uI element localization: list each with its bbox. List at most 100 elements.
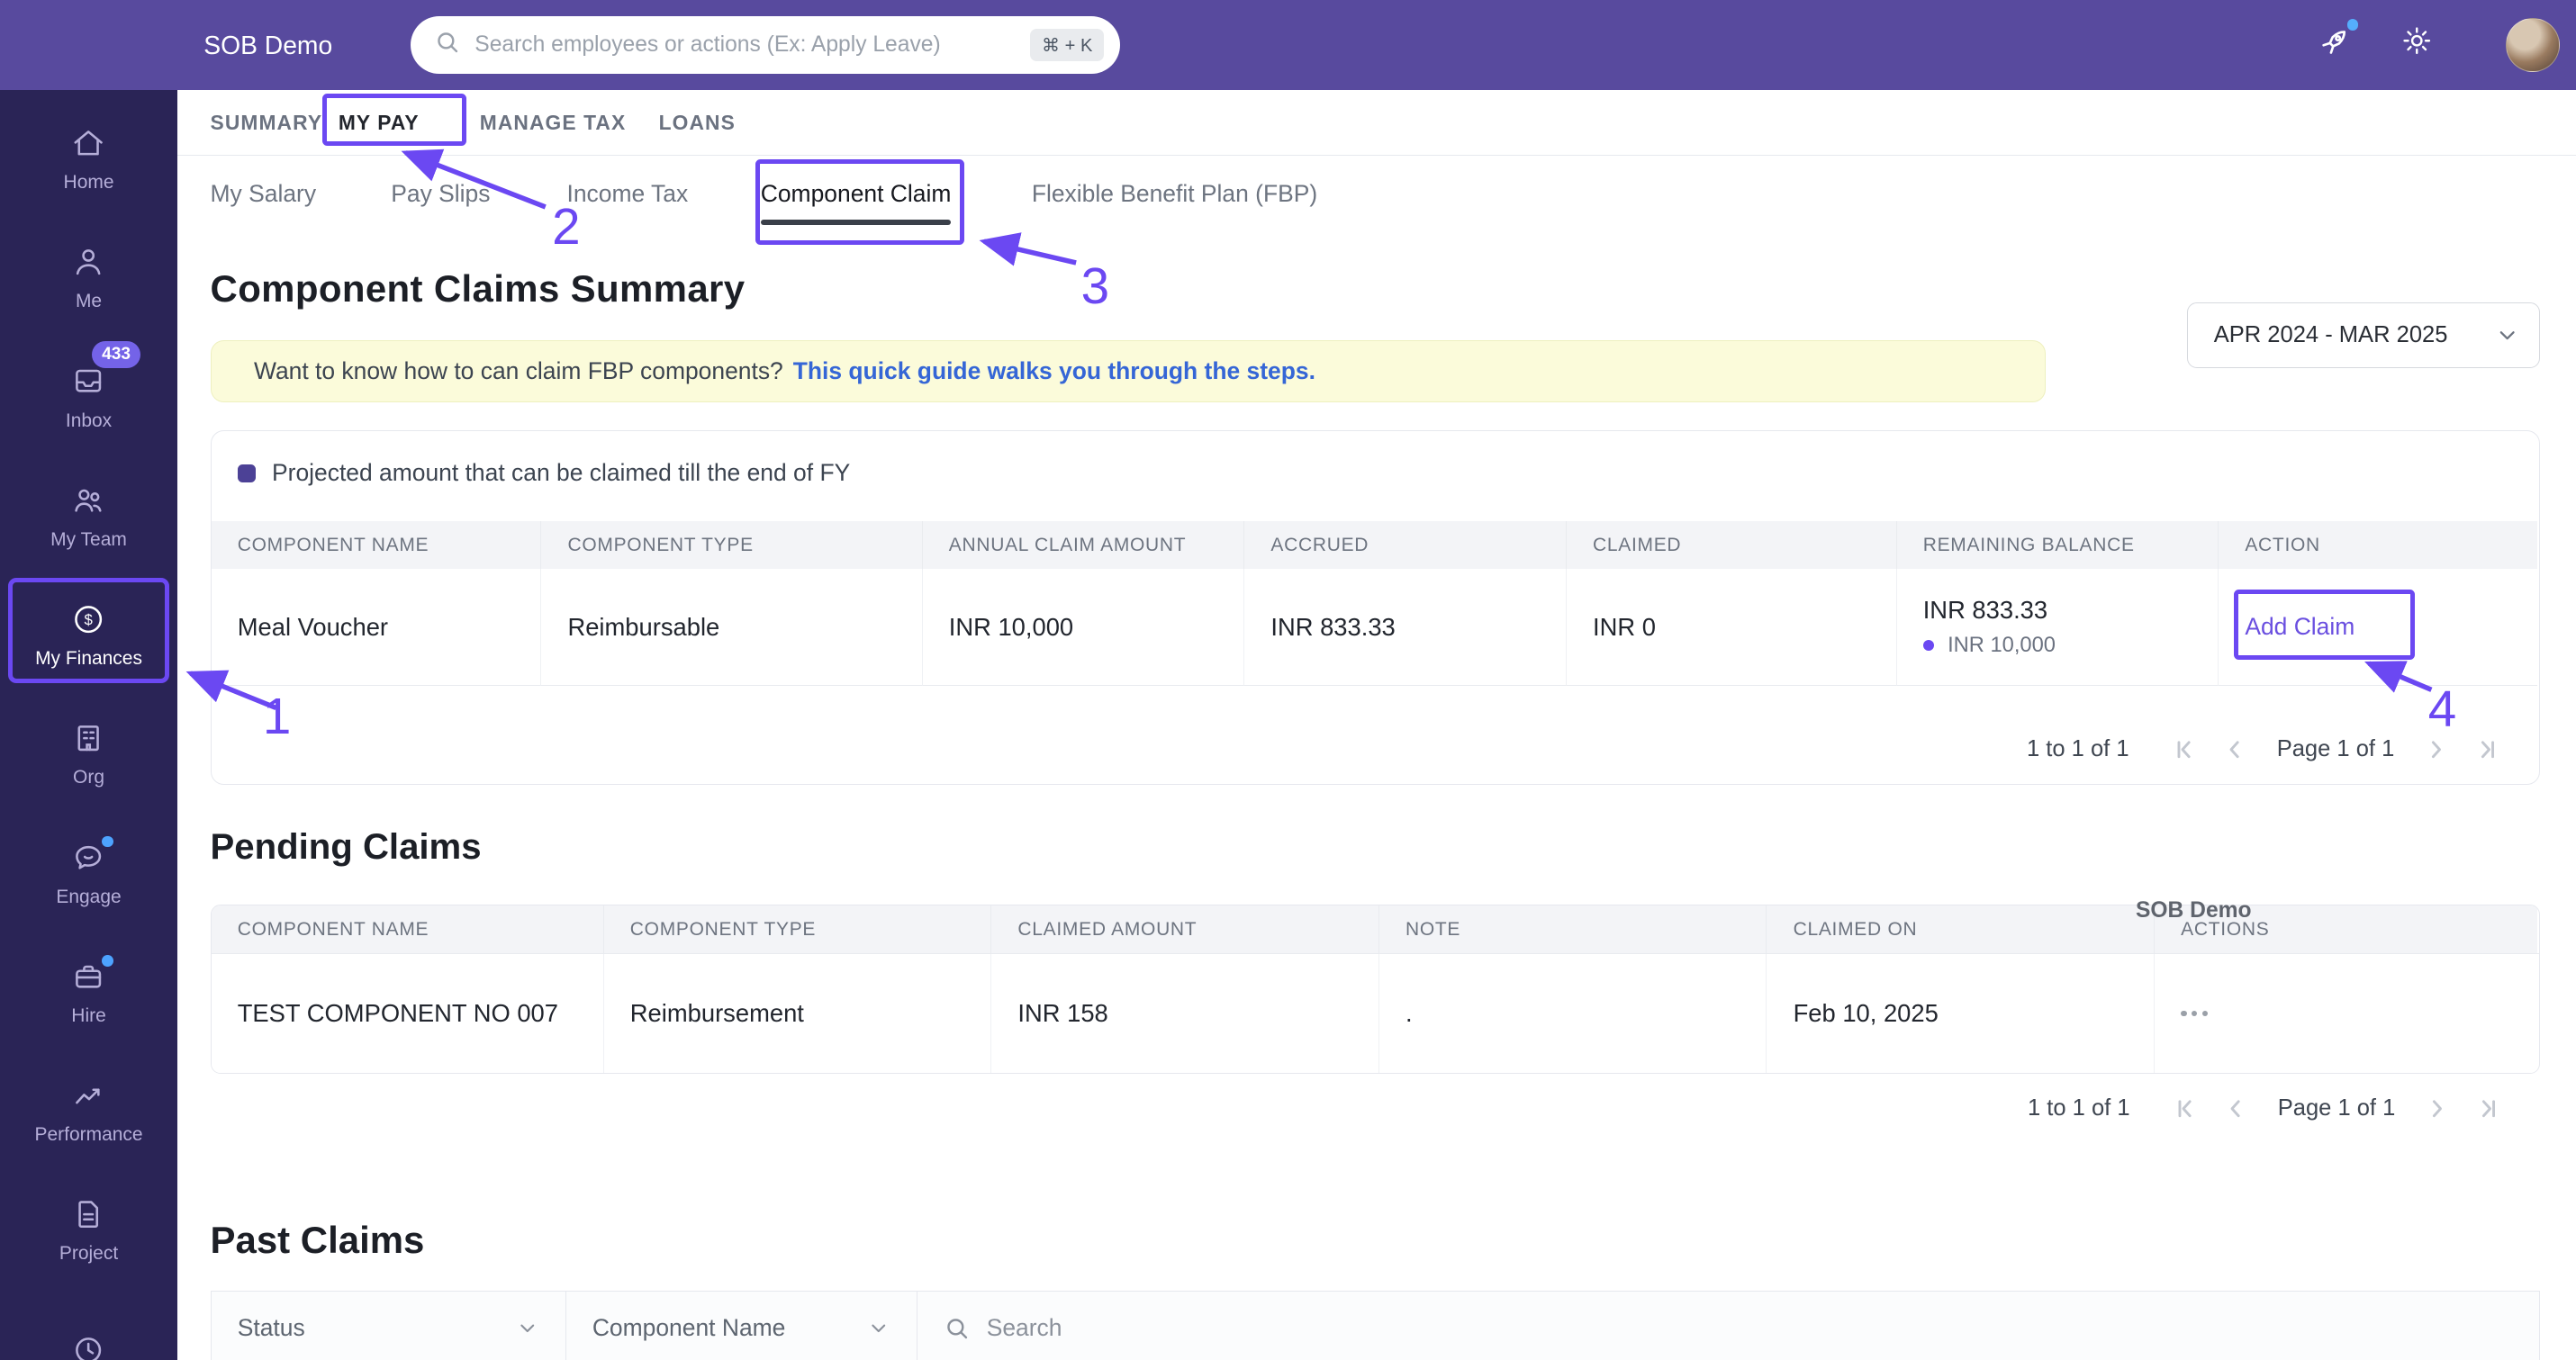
next-page-icon[interactable] <box>2424 738 2447 761</box>
sidebar-item-label: Performance <box>34 1124 143 1146</box>
sidebar-item-performance[interactable]: Performance <box>0 1053 177 1172</box>
past-claims-search-input[interactable] <box>986 1313 2513 1342</box>
add-claim-button[interactable]: Add Claim <box>2245 613 2355 641</box>
projected-balance: INR 10,000 <box>1922 634 2056 658</box>
sidebar-item-org[interactable]: Org <box>0 696 177 815</box>
finances-icon: $ <box>75 606 103 634</box>
watermark: SOB Demo <box>2135 898 2252 923</box>
cell-annual-claim-amount: INR 10,000 <box>922 569 1245 686</box>
row-actions-menu-icon[interactable] <box>2181 1010 2209 1017</box>
search-icon <box>434 29 460 62</box>
sidebar-item-inbox[interactable]: 433 Inbox <box>0 338 177 457</box>
cell-component-name: Meal Voucher <box>211 569 542 686</box>
subtab-component-claim[interactable]: Component Claim <box>760 156 951 233</box>
component-filter-label: Component Name <box>592 1313 786 1341</box>
workspace-name: SOB Demo <box>203 30 333 59</box>
fiscal-year-value: APR 2024 - MAR 2025 <box>2213 321 2448 347</box>
cell-claimed: INR 0 <box>1566 569 1897 686</box>
keka-app-window: SOB Demo ⌘ + K keka <box>0 0 2576 1360</box>
pagination-page: Page 1 of 1 <box>2277 1094 2396 1121</box>
home-icon <box>74 130 104 156</box>
cell-component-name: TEST COMPONENT NO 007 <box>211 954 604 1073</box>
column-header: ACTION <box>2219 521 2538 570</box>
column-header: ACCRUED <box>1244 521 1567 570</box>
last-page-icon[interactable] <box>2478 1097 2501 1121</box>
column-header: COMPONENT TYPE <box>603 905 992 954</box>
table-row: TEST COMPONENT NO 007 Reimbursement INR … <box>211 953 2539 1073</box>
sidebar-item-my-team[interactable]: My Team <box>0 457 177 576</box>
sidebar-item-label: Home <box>63 171 114 193</box>
sidebar-item-label: Org <box>73 767 104 788</box>
subtab-my-salary[interactable]: My Salary <box>211 156 317 233</box>
first-page-icon[interactable] <box>2173 1097 2196 1121</box>
notification-dot <box>2346 18 2360 32</box>
cell-actions <box>2154 954 2538 1073</box>
main-content: SUMMARY MY PAY MANAGE TAX LOANS My Salar… <box>177 90 2576 1360</box>
svg-text:$: $ <box>85 611 94 628</box>
column-header: COMPONENT NAME <box>211 905 604 954</box>
next-page-icon[interactable] <box>2425 1097 2448 1121</box>
table-row: Meal Voucher Reimbursable INR 10,000 INR… <box>211 569 2539 686</box>
sidebar-item-project[interactable]: Project <box>0 1172 177 1291</box>
search-input[interactable] <box>475 32 1016 59</box>
global-search[interactable]: ⌘ + K <box>411 16 1121 75</box>
whats-new-button[interactable] <box>2317 18 2360 67</box>
inbox-count-badge: 433 <box>92 341 140 368</box>
sidebar-item-label: Project <box>59 1243 119 1265</box>
sidebar-navigation: Home Me 433 Inbox My Team $ My Finances … <box>0 90 178 1360</box>
subtab-fbp[interactable]: Flexible Benefit Plan (FBP) <box>1032 156 1317 233</box>
quick-guide-link[interactable]: This quick guide walks you through the s… <box>793 357 1315 385</box>
secondary-tabs: My Salary Pay Slips Income Tax Component… <box>177 156 2576 233</box>
cell-claimed-amount: INR 158 <box>991 954 1379 1073</box>
subtab-income-tax[interactable]: Income Tax <box>566 156 688 233</box>
tab-my-pay[interactable]: MY PAY <box>339 90 420 156</box>
banner-text: Want to know how to can claim FBP compon… <box>253 356 783 384</box>
user-avatar[interactable] <box>2505 18 2560 73</box>
org-icon <box>77 725 100 752</box>
past-claims-filters: Status Component Name <box>210 1291 2540 1360</box>
cell-remaining-balance: INR 833.33 INR 10,000 <box>1896 569 2219 686</box>
search-shortcut-badge: ⌘ + K <box>1030 29 1105 62</box>
primary-tabs: SUMMARY MY PAY MANAGE TAX LOANS <box>177 90 2576 157</box>
performance-icon <box>76 1088 100 1104</box>
hire-notification-dot <box>102 954 113 967</box>
column-header: CLAIMED ON <box>1767 905 2155 954</box>
fiscal-year-selector[interactable]: APR 2024 - MAR 2025 <box>2186 302 2540 368</box>
last-page-icon[interactable] <box>2477 738 2500 761</box>
status-filter-dropdown[interactable]: Status <box>212 1292 566 1360</box>
fbp-guide-banner: Want to know how to can claim FBP compon… <box>210 339 2046 402</box>
sidebar-item-engage[interactable]: Engage <box>0 815 177 933</box>
past-claims-search[interactable] <box>917 1292 2539 1360</box>
pagination-page: Page 1 of 1 <box>2276 736 2395 762</box>
cell-claimed-on: Feb 10, 2025 <box>1767 954 2155 1073</box>
component-name-filter-dropdown[interactable]: Component Name <box>566 1292 918 1360</box>
prev-page-icon[interactable] <box>2224 738 2247 761</box>
tab-manage-tax[interactable]: MANAGE TAX <box>480 90 627 156</box>
sidebar-item-label: Inbox <box>65 410 113 431</box>
subtab-pay-slips[interactable]: Pay Slips <box>391 156 490 233</box>
first-page-icon[interactable] <box>2172 738 2195 761</box>
status-filter-label: Status <box>237 1313 305 1341</box>
tab-loans[interactable]: LOANS <box>659 90 736 156</box>
inbox-icon <box>76 370 102 393</box>
tab-summary[interactable]: SUMMARY <box>211 90 323 156</box>
sidebar-item-label: My Finances <box>35 648 142 670</box>
prev-page-icon[interactable] <box>2225 1097 2248 1121</box>
sidebar-item-label: Me <box>75 291 103 312</box>
settings-button[interactable] <box>2400 24 2433 64</box>
pending-pagination: 1 to 1 of 1 Page 1 of 1 <box>2028 1095 2500 1121</box>
gear-icon <box>2403 27 2430 55</box>
column-header: NOTE <box>1378 905 1767 954</box>
column-header: REMAINING BALANCE <box>1896 521 2219 570</box>
engage-icon <box>76 845 102 869</box>
sidebar-item-me[interactable]: Me <box>0 220 177 338</box>
pagination-range: 1 to 1 of 1 <box>2028 1094 2130 1121</box>
top-navigation-bar: SOB Demo ⌘ + K <box>0 0 2576 91</box>
sidebar-item-hire[interactable]: Hire <box>0 933 177 1052</box>
engage-notification-dot <box>102 835 113 848</box>
sidebar-item-my-finances[interactable]: $ My Finances <box>0 576 177 695</box>
sidebar-item-home[interactable]: Home <box>0 100 177 219</box>
sidebar-item-attendance[interactable] <box>0 1291 177 1360</box>
column-header: COMPONENT TYPE <box>541 521 923 570</box>
projected-legend: Projected amount that can be claimed til… <box>237 459 850 487</box>
